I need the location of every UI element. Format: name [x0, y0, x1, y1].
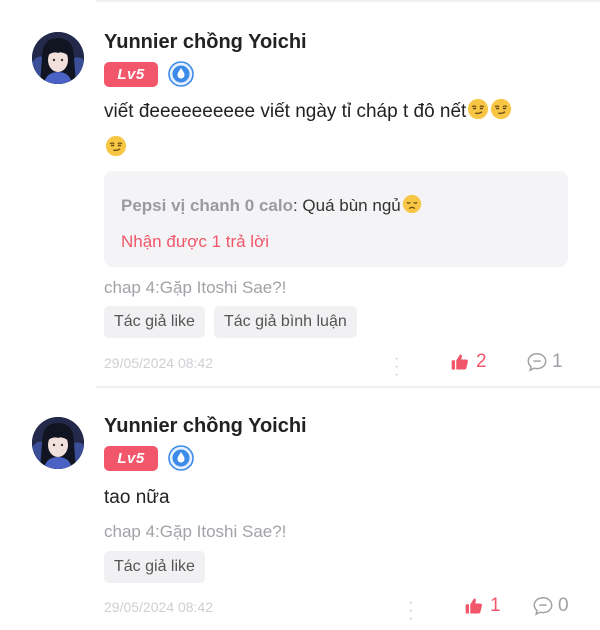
- reply-line: Pepsi vị chanh 0 calo: Quá bùn ngủ: [121, 194, 422, 216]
- avatar[interactable]: [32, 32, 84, 84]
- comment-text: viết đeeeeeeeeee viết ngày tỉ cháp t đô …: [104, 93, 574, 167]
- comment-text: tao nữa: [104, 487, 170, 508]
- like-button[interactable]: 1: [464, 595, 501, 617]
- thumbs-up-icon: [464, 596, 484, 616]
- speech-bubble-icon: [526, 351, 548, 373]
- level-badge: Lv5: [104, 62, 158, 87]
- level-badge: Lv5: [104, 446, 158, 471]
- reply-button[interactable]: 0: [532, 595, 569, 617]
- reply-separator: :: [292, 196, 303, 215]
- like-count: 1: [490, 595, 501, 616]
- smirk-emoji-icon: [467, 98, 489, 120]
- author-reply-tag: Tác giả bình luận: [214, 306, 357, 338]
- comment-username[interactable]: Yunnier chồng Yoichi: [104, 31, 307, 54]
- like-count: 2: [476, 351, 487, 372]
- timestamp: 29/05/2024 08:42: [104, 599, 213, 615]
- timestamp: 29/05/2024 08:42: [104, 355, 213, 371]
- speech-bubble-icon: [532, 595, 554, 617]
- comment-text-body: viết đeeeeeeeeee viết ngày tỉ cháp t đô …: [104, 101, 467, 122]
- comment-item: Yunnier chồng Yoichi Lv5 viết đeeeeeeeee…: [0, 0, 600, 385]
- reply-button[interactable]: 1: [526, 351, 563, 373]
- chapter-link[interactable]: chap 4:Gặp Itoshi Sae?!: [104, 278, 286, 298]
- avatar[interactable]: [32, 417, 84, 469]
- reply-author[interactable]: Pepsi vị chanh 0 calo: [121, 196, 293, 215]
- more-options-icon[interactable]: · · ·: [408, 595, 413, 627]
- smirk-emoji-icon: [490, 98, 512, 120]
- reply-text: Quá bùn ngủ: [302, 196, 401, 215]
- thumbs-up-icon: [450, 352, 470, 372]
- author-like-tag: Tác giả like: [104, 551, 205, 583]
- sad-emoji-icon: [402, 194, 422, 214]
- comment-username[interactable]: Yunnier chồng Yoichi: [104, 415, 307, 438]
- comment-item: Yunnier chồng Yoichi Lv5 tao nữa chap 4:…: [0, 385, 600, 630]
- author-like-tag: Tác giả like: [104, 306, 205, 338]
- like-button[interactable]: 2: [450, 351, 487, 373]
- verify-icon: [168, 61, 194, 87]
- smirk-emoji-icon: [105, 135, 127, 157]
- chapter-link[interactable]: chap 4:Gặp Itoshi Sae?!: [104, 522, 286, 542]
- reply-count-link[interactable]: Nhận được 1 trả lời: [121, 232, 269, 252]
- reply-preview[interactable]: Pepsi vị chanh 0 calo: Quá bùn ngủ Nhận …: [104, 171, 568, 267]
- reply-count: 0: [558, 595, 569, 616]
- more-options-icon[interactable]: · · ·: [394, 351, 399, 383]
- reply-count: 1: [552, 351, 563, 372]
- verify-icon: [168, 445, 194, 471]
